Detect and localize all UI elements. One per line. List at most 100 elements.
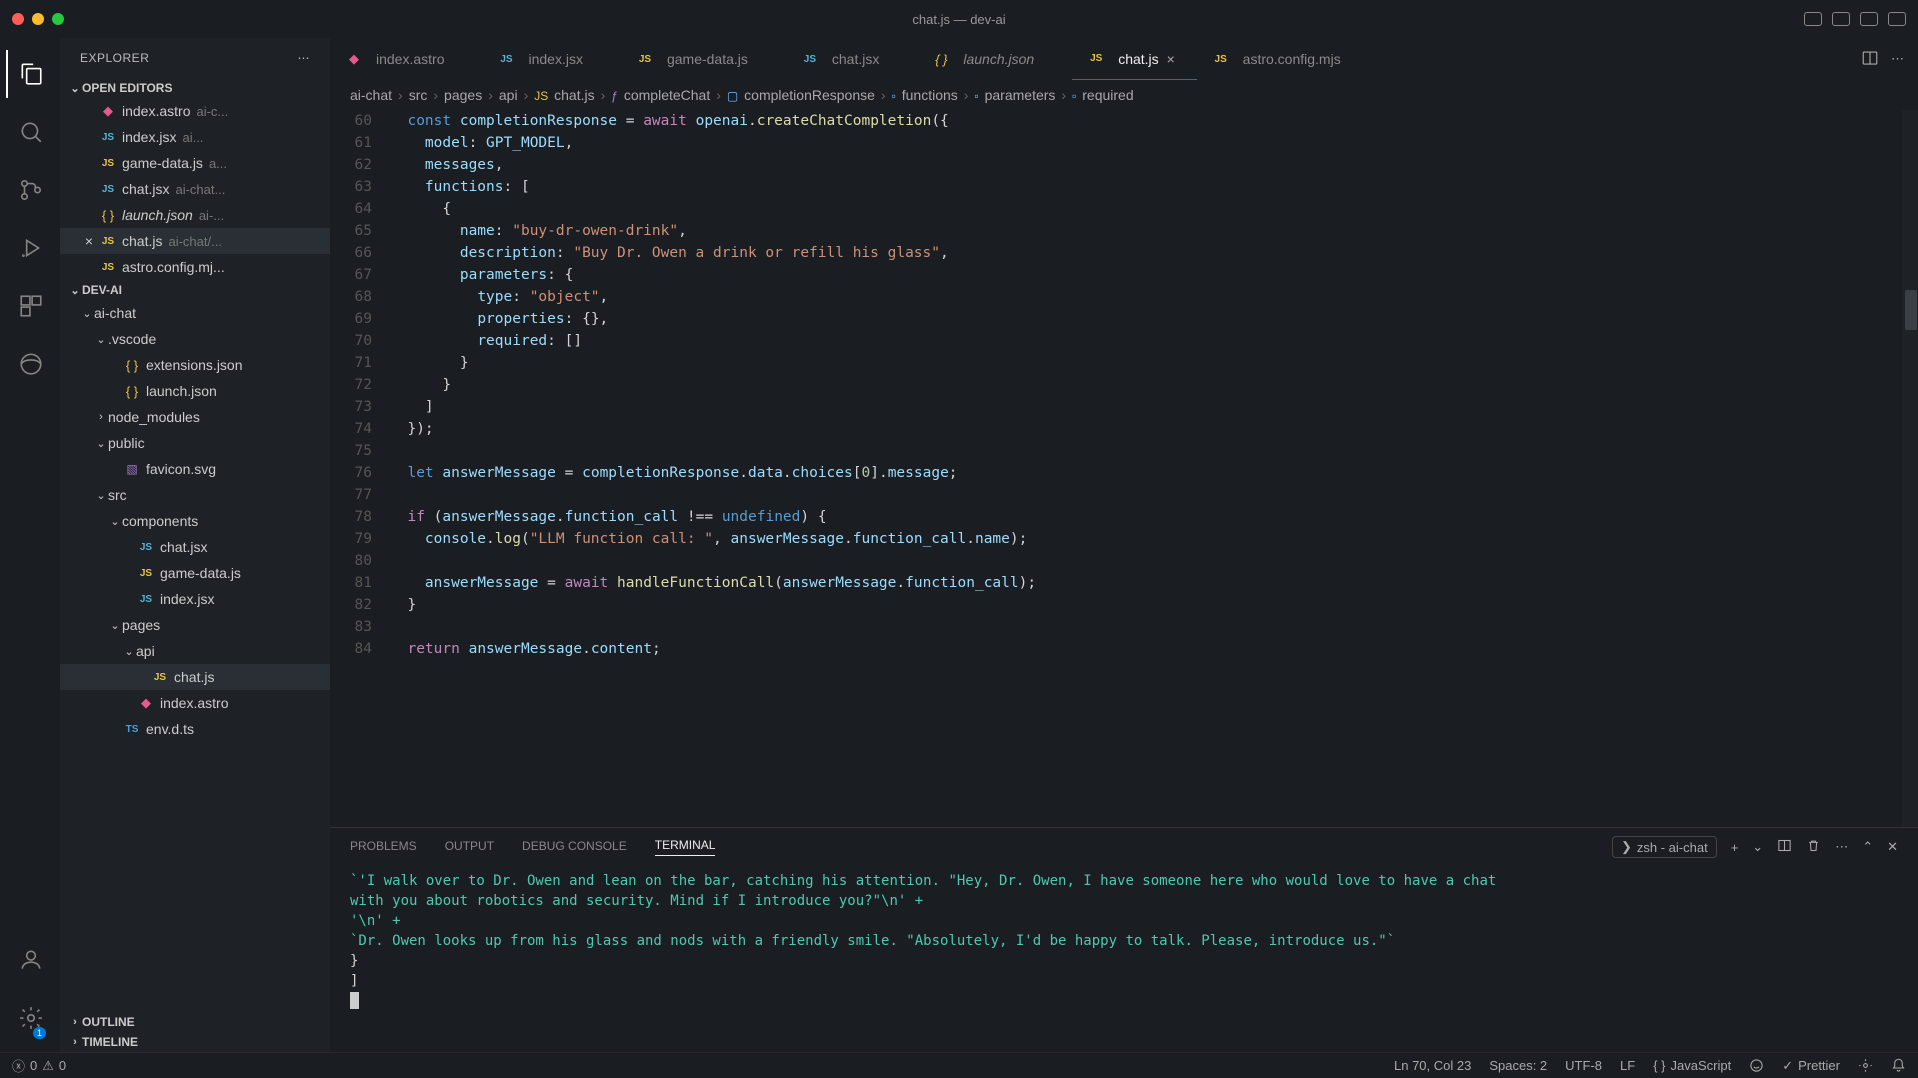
terminal-selector[interactable]: ❯ zsh - ai-chat <box>1612 836 1717 858</box>
editor-tab[interactable]: JSchat.js× <box>1072 38 1196 80</box>
breadcrumb-item[interactable]: ▫ parameters <box>974 87 1055 103</box>
toggle-secondary-sidebar-icon[interactable] <box>1860 12 1878 26</box>
code-line[interactable]: messages, <box>390 154 1918 176</box>
file-item[interactable]: JSgame-data.js <box>60 560 330 586</box>
editor-tab[interactable]: JSindex.jsx× <box>482 38 620 80</box>
folder-item[interactable]: ⌄ai-chat <box>60 300 330 326</box>
settings-icon[interactable]: 1 <box>6 994 54 1042</box>
kill-terminal-icon[interactable] <box>1806 838 1821 856</box>
run-debug-icon[interactable] <box>6 224 54 272</box>
open-editor-item[interactable]: ×{ }launch.jsonai-... <box>60 202 330 228</box>
language-mode[interactable]: { } JavaScript <box>1653 1058 1731 1073</box>
more-terminal-icon[interactable]: ⋯ <box>1835 839 1848 855</box>
indentation[interactable]: Spaces: 2 <box>1489 1058 1547 1073</box>
code-line[interactable]: if (answerMessage.function_call !== unde… <box>390 506 1918 528</box>
code-line[interactable] <box>390 440 1918 462</box>
editor-tab[interactable]: { }launch.json× <box>917 38 1072 80</box>
toggle-primary-sidebar-icon[interactable] <box>1804 12 1822 26</box>
new-terminal-icon[interactable]: + <box>1731 840 1739 855</box>
split-editor-icon[interactable] <box>1861 49 1879 70</box>
folder-item[interactable]: ⌄src <box>60 482 330 508</box>
tab-problems[interactable]: PROBLEMS <box>350 839 417 856</box>
code-line[interactable]: parameters: { <box>390 264 1918 286</box>
breadcrumb-item[interactable]: api <box>499 87 518 103</box>
extensions-icon[interactable] <box>6 282 54 330</box>
code-line[interactable]: console.log("LLM function call: ", answe… <box>390 528 1918 550</box>
live-share-icon[interactable] <box>1858 1058 1873 1073</box>
minimap-thumb[interactable] <box>1905 290 1917 330</box>
maximize-panel-icon[interactable]: ⌃ <box>1862 839 1873 855</box>
file-item[interactable]: JSchat.js <box>60 664 330 690</box>
editor-tab[interactable]: JSastro.config.mjs× <box>1197 38 1379 80</box>
encoding[interactable]: UTF-8 <box>1565 1058 1602 1073</box>
code-editor[interactable]: 6061626364656667686970717273747576777879… <box>330 110 1918 827</box>
close-panel-icon[interactable]: ✕ <box>1887 839 1898 855</box>
breadcrumb-item[interactable]: ▫ functions <box>892 87 958 103</box>
code-line[interactable]: } <box>390 352 1918 374</box>
close-window-button[interactable] <box>12 13 24 25</box>
tab-debug-console[interactable]: DEBUG CONSOLE <box>522 839 627 856</box>
file-item[interactable]: JSindex.jsx <box>60 586 330 612</box>
folder-item[interactable]: ⌄.vscode <box>60 326 330 352</box>
code-line[interactable]: required: [] <box>390 330 1918 352</box>
code-line[interactable] <box>390 616 1918 638</box>
breadcrumb-item[interactable]: src <box>409 87 428 103</box>
customize-layout-icon[interactable] <box>1888 12 1906 26</box>
file-item[interactable]: JSchat.jsx <box>60 534 330 560</box>
tab-terminal[interactable]: TERMINAL <box>655 838 716 856</box>
code-content[interactable]: const completionResponse = await openai.… <box>390 110 1918 827</box>
file-item[interactable]: ▧favicon.svg <box>60 456 330 482</box>
file-item[interactable]: { }launch.json <box>60 378 330 404</box>
code-line[interactable]: ] <box>390 396 1918 418</box>
folder-item[interactable]: ⌄pages <box>60 612 330 638</box>
more-actions-icon[interactable]: ⋯ <box>1891 51 1904 67</box>
editor-tab[interactable]: JSgame-data.js× <box>621 38 786 80</box>
open-editor-item[interactable]: ×JSastro.config.mj... <box>60 254 330 280</box>
code-line[interactable]: { <box>390 198 1918 220</box>
timeline-header[interactable]: › TIMELINE <box>60 1032 330 1052</box>
explorer-icon[interactable] <box>6 50 54 98</box>
toggle-panel-icon[interactable] <box>1832 12 1850 26</box>
maximize-window-button[interactable] <box>52 13 64 25</box>
code-line[interactable]: let answerMessage = completionResponse.d… <box>390 462 1918 484</box>
breadcrumb-item[interactable]: pages <box>444 87 482 103</box>
code-line[interactable]: type: "object", <box>390 286 1918 308</box>
code-line[interactable]: return answerMessage.content; <box>390 638 1918 660</box>
cursor-position[interactable]: Ln 70, Col 23 <box>1394 1058 1471 1073</box>
open-editor-item[interactable]: ×JSchat.jsxai-chat... <box>60 176 330 202</box>
file-item[interactable]: ◆index.astro <box>60 690 330 716</box>
notifications-icon[interactable] <box>1891 1058 1906 1073</box>
eol[interactable]: LF <box>1620 1058 1635 1073</box>
edge-icon[interactable] <box>6 340 54 388</box>
breadcrumb-item[interactable]: ƒ completeChat <box>611 87 710 103</box>
code-line[interactable]: properties: {}, <box>390 308 1918 330</box>
prettier-status[interactable]: ✓ Prettier <box>1782 1058 1840 1074</box>
file-item[interactable]: TSenv.d.ts <box>60 716 330 742</box>
code-line[interactable]: name: "buy-dr-owen-drink", <box>390 220 1918 242</box>
editor-tab[interactable]: JSchat.jsx× <box>786 38 917 80</box>
tab-output[interactable]: OUTPUT <box>445 839 494 856</box>
code-line[interactable]: model: GPT_MODEL, <box>390 132 1918 154</box>
sidebar-more-icon[interactable]: ⋯ <box>298 51 311 65</box>
open-editor-item[interactable]: ×JSindex.jsxai... <box>60 124 330 150</box>
code-line[interactable]: const completionResponse = await openai.… <box>390 110 1918 132</box>
open-editor-item[interactable]: ×JSgame-data.jsa... <box>60 150 330 176</box>
breadcrumbs[interactable]: ai-chat›src›pages›api›JS chat.js›ƒ compl… <box>330 80 1918 110</box>
code-line[interactable]: }); <box>390 418 1918 440</box>
breadcrumb-item[interactable]: ▫ required <box>1072 87 1134 103</box>
split-terminal-icon[interactable] <box>1777 838 1792 856</box>
minimize-window-button[interactable] <box>32 13 44 25</box>
file-item[interactable]: { }extensions.json <box>60 352 330 378</box>
folder-item[interactable]: ⌄api <box>60 638 330 664</box>
code-line[interactable] <box>390 550 1918 572</box>
accounts-icon[interactable] <box>6 936 54 984</box>
breadcrumb-item[interactable]: JS chat.js <box>534 87 594 103</box>
folder-item[interactable]: ⌄components <box>60 508 330 534</box>
search-icon[interactable] <box>6 108 54 156</box>
feedback-icon[interactable] <box>1749 1058 1764 1073</box>
terminal-body[interactable]: `'I walk over to Dr. Owen and lean on th… <box>330 866 1918 1052</box>
code-line[interactable] <box>390 484 1918 506</box>
breadcrumb-item[interactable]: ai-chat <box>350 87 392 103</box>
code-line[interactable]: functions: [ <box>390 176 1918 198</box>
open-editors-header[interactable]: ⌄ OPEN EDITORS <box>60 78 330 98</box>
